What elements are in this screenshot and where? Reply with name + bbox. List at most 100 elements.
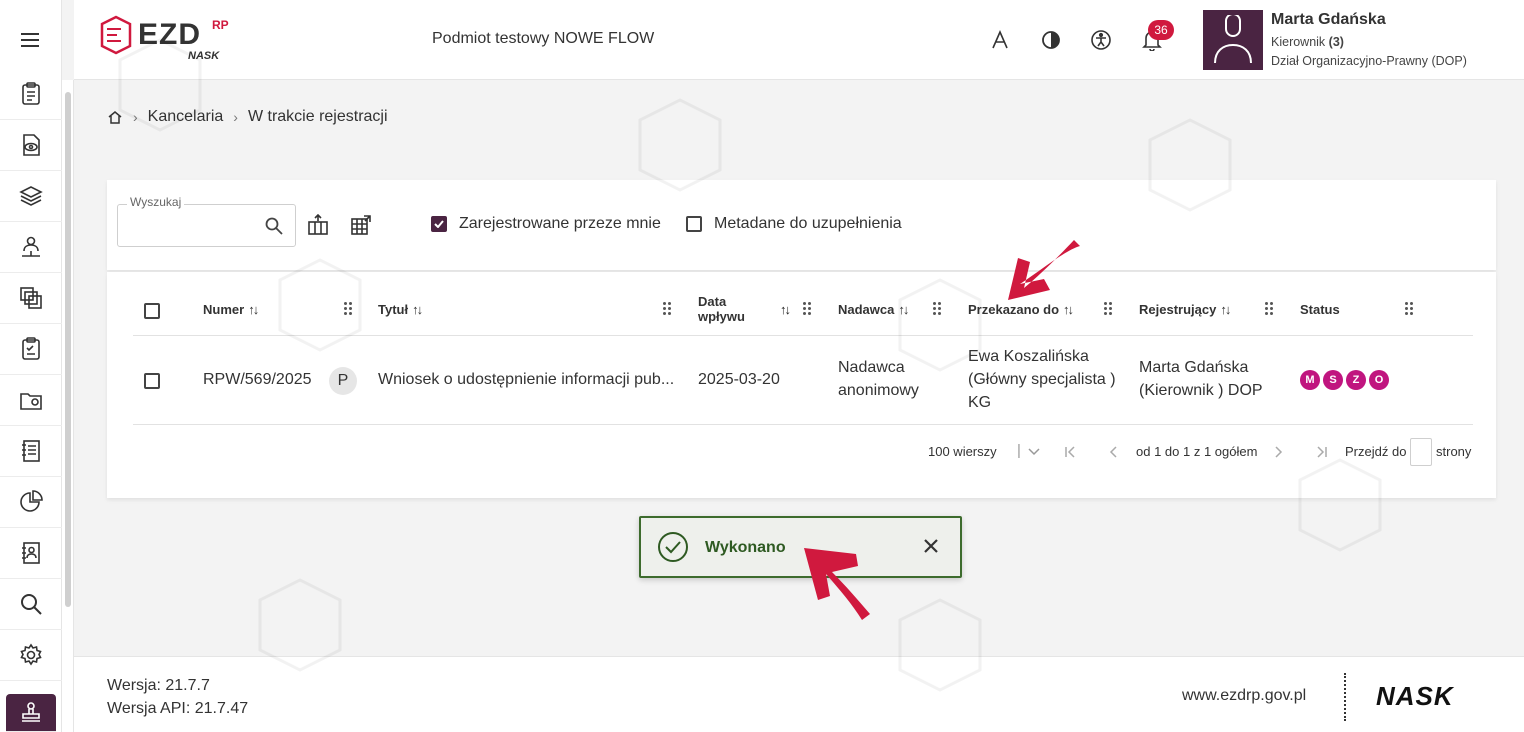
column-header-data[interactable]: Data wpływu <box>698 294 745 324</box>
box-arrow-icon <box>308 214 328 235</box>
checkbox-unchecked[interactable] <box>686 216 702 232</box>
user-name[interactable]: Marta Gdańska <box>1271 11 1386 29</box>
chevron-down-icon[interactable] <box>1028 448 1040 456</box>
layers-icon <box>19 186 43 206</box>
next-page-icon[interactable] <box>1275 446 1283 458</box>
goto-page-input[interactable] <box>1410 438 1432 466</box>
font-size-button[interactable] <box>986 26 1014 54</box>
accessibility-button[interactable] <box>1087 26 1115 54</box>
column-label: Status <box>1300 302 1340 317</box>
organization-name[interactable]: Podmiot testowy NOWE FLOW <box>432 30 654 48</box>
sidebar-item-registration[interactable] <box>6 694 56 732</box>
accessibility-icon <box>1091 30 1111 50</box>
folder-gear-icon <box>20 393 42 410</box>
column-drag-handle[interactable] <box>803 301 813 317</box>
sidebar-item-contacts[interactable] <box>0 528 62 579</box>
menu-toggle-button[interactable] <box>0 0 62 80</box>
column-header-numer[interactable]: Numer ↑↓ <box>203 302 259 317</box>
first-page-icon[interactable] <box>1064 446 1076 458</box>
sidebar-item-tasks[interactable] <box>0 69 62 120</box>
column-drag-handle[interactable] <box>1104 301 1114 317</box>
sidebar-item-cases[interactable] <box>0 375 62 426</box>
column-header-nadawca[interactable]: Nadawca ↑↓ <box>838 302 909 317</box>
cell-line: KG <box>968 394 992 411</box>
contrast-button[interactable] <box>1037 26 1065 54</box>
column-drag-handle[interactable] <box>663 301 673 317</box>
filter-metadata-label: Metadane do uzupełnienia <box>714 215 902 232</box>
cell-line: (Kierownik ) DOP <box>1139 382 1263 399</box>
font-size-icon <box>992 30 1008 49</box>
column-label: Numer <box>203 302 245 317</box>
search-icon[interactable] <box>264 216 284 236</box>
cell-nadawca: Nadawca anonimowy <box>838 356 919 402</box>
footer: Wersja: 21.7.7 Wersja API: 21.7.47 www.e… <box>74 656 1524 732</box>
filter-metadata-missing[interactable]: Metadane do uzupełnienia <box>686 215 902 233</box>
rows-per-page[interactable]: 100 wierszy <box>928 444 997 459</box>
status-badge-m[interactable]: M <box>1300 370 1320 390</box>
sidebar-item-search[interactable] <box>0 579 62 630</box>
prev-page-icon[interactable] <box>1109 446 1117 458</box>
status-badge-o[interactable]: O <box>1369 370 1389 390</box>
cell-line: Marta Gdańska <box>1139 359 1249 376</box>
checkbox-checked[interactable] <box>431 216 447 232</box>
column-header-przekazano[interactable]: Przekazano do ↑↓ <box>968 302 1074 317</box>
sort-icon[interactable]: ↑↓ <box>248 302 259 317</box>
print-table-button[interactable] <box>349 213 373 237</box>
column-header-rejestrujacy[interactable]: Rejestrujący ↑↓ <box>1139 302 1231 317</box>
column-drag-handle[interactable] <box>933 301 943 317</box>
clipboard-check-icon <box>22 337 40 360</box>
user-role-label: Kierownik <box>1271 35 1326 49</box>
contrast-icon <box>1042 31 1060 49</box>
ezd-logo[interactable]: EZD RP NASK <box>98 14 248 64</box>
breadcrumb: › Kancelaria › W trakcie rejestracji <box>107 108 388 126</box>
home-icon[interactable] <box>107 109 123 125</box>
breadcrumb-item-kancelaria[interactable]: Kancelaria <box>148 108 224 126</box>
sidebar-item-settings[interactable] <box>0 630 62 681</box>
sidebar-item-checklist[interactable] <box>0 324 62 375</box>
last-page-icon[interactable] <box>1316 446 1328 458</box>
search-input[interactable] <box>126 213 256 239</box>
column-label: Przekazano do <box>968 302 1060 317</box>
filter-toolbar: Wyszukaj Zarejestrowane przeze mnie Meta… <box>107 180 1496 270</box>
sidebar-scrollbar[interactable] <box>62 80 74 732</box>
sidebar-item-preview[interactable] <box>0 120 62 171</box>
column-header-status[interactable]: Status <box>1300 302 1340 317</box>
sort-icon[interactable]: ↑↓ <box>1063 302 1074 317</box>
sort-icon[interactable]: ↑↓ <box>1220 302 1231 317</box>
column-drag-handle[interactable] <box>1405 301 1415 317</box>
status-badge-z[interactable]: Z <box>1346 370 1366 390</box>
site-link[interactable]: www.ezdrp.gov.pl <box>1182 687 1306 705</box>
search-field[interactable] <box>117 204 296 247</box>
row-checkbox[interactable] <box>144 373 160 389</box>
cell-numer[interactable]: RPW/569/2025 <box>203 368 312 391</box>
cell-tytul[interactable]: Wniosek o udostępnienie informacji pub..… <box>378 368 674 391</box>
cell-line: anonimowy <box>838 382 919 399</box>
sort-icon[interactable]: ↑↓ <box>898 302 909 317</box>
sidebar-item-documents[interactable] <box>0 273 62 324</box>
status-badge-s[interactable]: S <box>1323 370 1343 390</box>
notebook-icon <box>22 440 40 462</box>
export-button[interactable] <box>306 213 330 237</box>
user-avatar[interactable] <box>1203 10 1263 70</box>
gear-icon <box>20 643 42 666</box>
pie-chart-icon <box>20 490 43 512</box>
toast-message: Wykonano <box>705 539 786 556</box>
header-divider <box>133 335 1473 336</box>
nask-logo[interactable]: NASK <box>1376 681 1454 712</box>
breadcrumb-item-current: W trakcie rejestracji <box>247 108 388 125</box>
column-drag-handle[interactable] <box>1265 301 1275 317</box>
sidebar-item-layers[interactable] <box>0 171 62 222</box>
sort-icon[interactable]: ↑↓ <box>412 302 423 317</box>
column-header-tytul[interactable]: Tytuł ↑↓ <box>378 302 423 317</box>
sidebar-item-registers[interactable] <box>0 426 62 477</box>
column-label: Nadawca <box>838 302 895 317</box>
filter-registered-by-me[interactable]: Zarejestrowane przeze mnie <box>431 215 661 233</box>
sort-icon[interactable]: ↑↓ <box>780 302 791 317</box>
select-all-checkbox[interactable] <box>144 303 160 319</box>
logo-superscript: RP <box>212 18 229 32</box>
scrollbar-thumb[interactable] <box>65 92 71 607</box>
close-icon[interactable] <box>923 538 939 554</box>
sidebar-item-reports[interactable] <box>0 477 62 528</box>
column-drag-handle[interactable] <box>344 301 354 317</box>
sidebar-item-users[interactable] <box>0 222 62 273</box>
